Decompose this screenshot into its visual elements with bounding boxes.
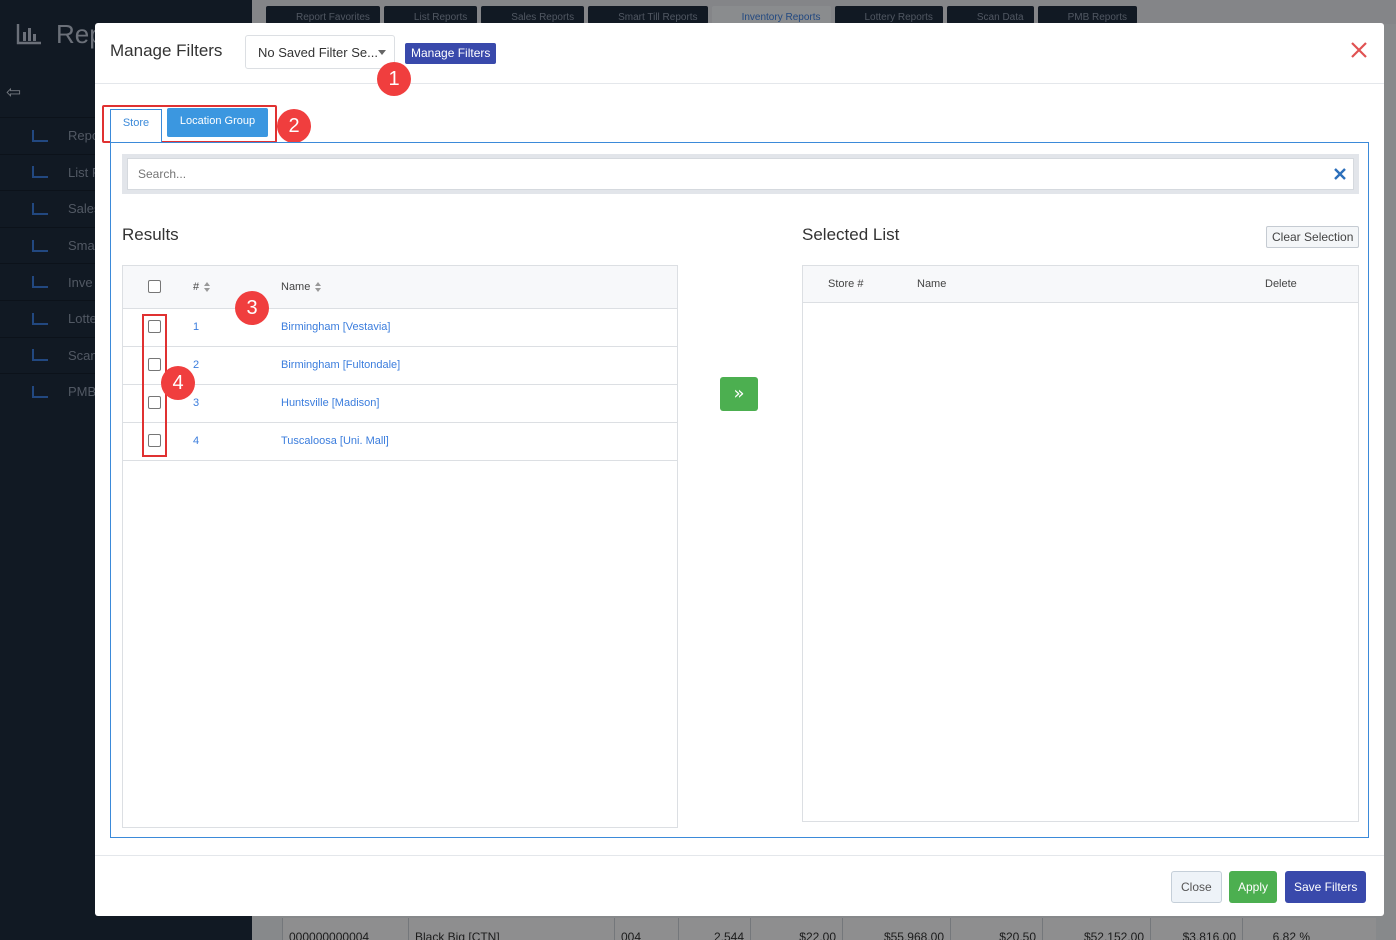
caret-down-icon — [378, 50, 386, 55]
selected-list-title: Selected List — [802, 225, 900, 244]
close-button[interactable]: Close — [1171, 871, 1222, 903]
column-header-delete: Delete — [1265, 278, 1297, 290]
modal-title: Manage Filters — [110, 41, 223, 60]
save-filters-button[interactable]: Save Filters — [1285, 871, 1367, 903]
modal-header: Manage Filters No Saved Filter Se... Man… — [95, 23, 1384, 84]
row-number[interactable]: 2 — [193, 359, 199, 371]
annotation-badge-1: 1 — [377, 62, 411, 96]
selected-list-table: Store # Name Delete — [802, 265, 1359, 822]
tab-location-group[interactable]: Location Group — [167, 108, 268, 137]
column-header-name: Name — [917, 278, 947, 290]
annotation-badge-4: 4 — [161, 366, 195, 400]
column-header-store-number: Store # — [828, 278, 864, 290]
row-name-link[interactable]: Birmingham [Fultondale] — [281, 359, 400, 371]
add-to-selected-button[interactable]: » — [720, 377, 758, 411]
table-row[interactable]: 4 Tuscaloosa [Uni. Mall] — [123, 423, 677, 461]
results-table: # Name 1 Birmingham [Vestavia] 2 Birming… — [122, 265, 678, 828]
table-row[interactable]: 3 Huntsville [Madison] — [123, 385, 677, 423]
close-icon[interactable] — [1348, 39, 1370, 61]
search-input[interactable] — [127, 158, 1354, 190]
column-header-name[interactable]: Name — [281, 281, 322, 293]
apply-button[interactable]: Apply — [1229, 871, 1278, 903]
annotation-badge-2: 2 — [277, 109, 311, 143]
column-header-label: # — [193, 281, 200, 293]
table-row[interactable]: 1 Birmingham [Vestavia] — [123, 309, 677, 347]
row-name-link[interactable]: Huntsville [Madison] — [281, 397, 379, 409]
clear-search-icon[interactable] — [1333, 167, 1347, 181]
row-number[interactable]: 1 — [193, 321, 199, 333]
row-name-link[interactable]: Tuscaloosa [Uni. Mall] — [281, 435, 389, 447]
saved-filter-select[interactable]: No Saved Filter Se... — [245, 35, 395, 69]
manage-filters-button[interactable]: Manage Filters — [405, 43, 497, 64]
manage-filters-modal: Manage Filters No Saved Filter Se... Man… — [95, 23, 1384, 916]
modal-footer: Close Apply Save Filters — [95, 855, 1384, 916]
select-all-checkbox[interactable] — [148, 280, 161, 293]
double-chevron-right-icon: » — [733, 383, 745, 404]
selected-table-header: Store # Name Delete — [803, 266, 1358, 303]
filter-content-panel: Results # Name 1 Birmingham [Vestavia] 2… — [110, 142, 1369, 838]
row-number[interactable]: 3 — [193, 397, 199, 409]
column-header-number[interactable]: # — [193, 281, 211, 293]
search-bar — [122, 154, 1359, 194]
tab-store[interactable]: Store — [110, 109, 162, 142]
clear-selection-button[interactable]: Clear Selection — [1266, 226, 1360, 248]
row-name-link[interactable]: Birmingham [Vestavia] — [281, 321, 390, 333]
column-header-label: Name — [281, 281, 311, 293]
annotation-badge-3: 3 — [235, 291, 269, 325]
sort-icon — [204, 282, 211, 293]
saved-filter-select-value: No Saved Filter Se... — [258, 45, 378, 60]
row-number[interactable]: 4 — [193, 435, 199, 447]
results-title: Results — [122, 225, 179, 244]
results-table-header: # Name — [123, 266, 677, 309]
sort-icon — [315, 282, 322, 293]
table-row[interactable]: 2 Birmingham [Fultondale] — [123, 347, 677, 385]
